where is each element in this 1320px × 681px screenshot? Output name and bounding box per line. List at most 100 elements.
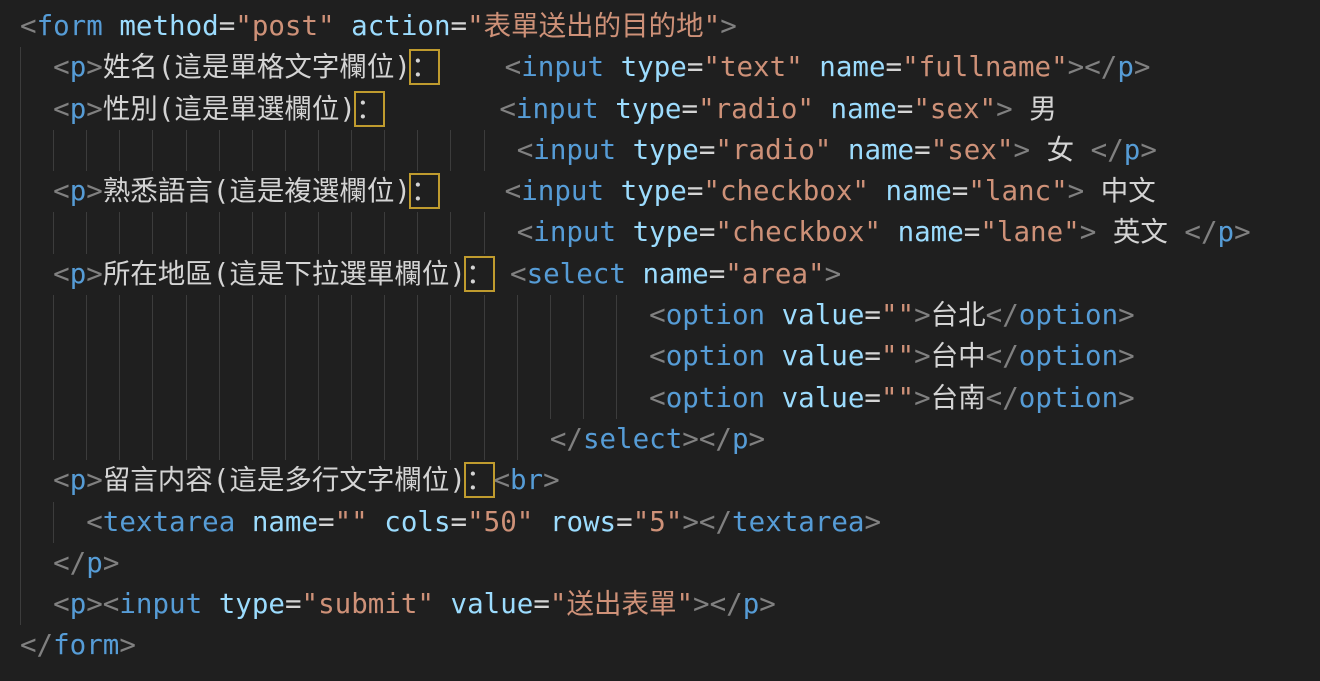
code-token: value	[782, 340, 865, 372]
code-token: >	[1013, 134, 1030, 166]
code-token	[20, 464, 53, 496]
code-token: "sex"	[913, 93, 996, 125]
code-token: =	[285, 588, 302, 620]
code-token: =	[864, 299, 881, 331]
code-token	[765, 299, 782, 331]
code-token: 留言内容(這是多行文字欄位)	[103, 464, 466, 496]
code-token: </	[1091, 134, 1124, 166]
code-token: <	[53, 258, 70, 290]
code-token	[368, 506, 385, 538]
code-token: </	[986, 340, 1019, 372]
code-token: >	[103, 547, 120, 579]
code-line[interactable]: <p>所在地區(這是下拉選單欄位)： <select name="area">	[0, 254, 1320, 295]
code-token: <	[20, 10, 37, 42]
code-token: >	[543, 464, 560, 496]
code-token: "送出表單"	[550, 588, 693, 620]
code-token: =	[864, 382, 881, 414]
code-line[interactable]: </p>	[0, 543, 1320, 584]
code-token: </	[53, 547, 86, 579]
code-token: >	[1118, 299, 1135, 331]
code-line[interactable]: </select></p>	[0, 419, 1320, 460]
code-token: <	[53, 93, 70, 125]
code-token: p	[70, 93, 87, 125]
code-token: select	[527, 258, 626, 290]
code-token: name	[819, 51, 885, 83]
code-line[interactable]: <input type="checkbox" name="lane"> 英文 <…	[0, 212, 1320, 253]
code-token: <	[649, 382, 666, 414]
code-token: textarea	[103, 506, 235, 538]
code-token	[20, 134, 517, 166]
code-token: =	[709, 258, 726, 290]
code-token: >	[1134, 51, 1151, 83]
code-token: <	[53, 51, 70, 83]
code-text: </p>	[20, 547, 119, 579]
code-token: rows	[550, 506, 616, 538]
code-token: input	[533, 216, 616, 248]
code-token	[765, 382, 782, 414]
code-token: value	[451, 588, 534, 620]
code-line[interactable]: <p>熟悉語言(這是複選欄位)： <input type="checkbox" …	[0, 171, 1320, 212]
code-line[interactable]: <option value="">台南</option>	[0, 378, 1320, 419]
code-editor[interactable]: <form method="post" action="表單送出的目的地"> <…	[0, 0, 1320, 681]
code-token: =	[897, 93, 914, 125]
code-token: ""	[335, 506, 368, 538]
code-token: <	[649, 299, 666, 331]
code-token: =	[864, 340, 881, 372]
code-token	[20, 506, 86, 538]
code-token: "radio"	[715, 134, 831, 166]
code-token	[881, 216, 898, 248]
code-token	[493, 258, 510, 290]
code-token: "text"	[703, 51, 802, 83]
code-line[interactable]: <form method="post" action="表單送出的目的地">	[0, 6, 1320, 47]
code-token: >	[825, 258, 842, 290]
code-token: >	[914, 299, 931, 331]
code-token	[604, 51, 621, 83]
code-token: "lanc"	[968, 175, 1067, 207]
code-token: option	[666, 382, 765, 414]
code-line[interactable]: <p>留言内容(這是多行文字欄位)：<br>	[0, 460, 1320, 501]
code-token: <	[86, 506, 103, 538]
code-token: =	[451, 506, 468, 538]
code-text: <p>性別(這是單選欄位)： <input type="radio" name=…	[20, 93, 1057, 125]
code-token	[831, 134, 848, 166]
code-line[interactable]: </form>	[0, 625, 1320, 666]
code-token: p	[1117, 51, 1134, 83]
code-token: >	[914, 382, 931, 414]
code-token: <	[53, 588, 70, 620]
code-token: 所在地區(這是下拉選單欄位)	[103, 258, 466, 290]
code-token	[616, 134, 633, 166]
code-token: >	[759, 588, 776, 620]
code-token: =	[687, 175, 704, 207]
code-line[interactable]: <textarea name="" cols="50" rows="5"></t…	[0, 502, 1320, 543]
code-token	[434, 588, 451, 620]
code-token: <	[505, 175, 522, 207]
ambiguous-unicode-highlight: ：	[411, 51, 439, 83]
code-text: </select></p>	[20, 423, 765, 455]
code-token: p	[70, 258, 87, 290]
code-token: option	[666, 299, 765, 331]
code-token: name	[898, 216, 964, 248]
code-token: 女	[1030, 134, 1091, 166]
code-line[interactable]: <p><input type="submit" value="送出表單"></p…	[0, 584, 1320, 625]
code-token: >	[86, 464, 103, 496]
code-line[interactable]: <option value="">台中</option>	[0, 336, 1320, 377]
code-token: "sex"	[931, 134, 1014, 166]
code-token: input	[521, 175, 604, 207]
code-token: "submit"	[302, 588, 434, 620]
code-token: input	[533, 134, 616, 166]
code-token: p	[70, 175, 87, 207]
code-token: ""	[881, 340, 914, 372]
code-token: ></	[693, 588, 743, 620]
code-token	[869, 175, 886, 207]
code-line[interactable]: <input type="radio" name="sex"> 女 </p>	[0, 130, 1320, 171]
code-token: name	[848, 134, 914, 166]
code-line[interactable]: <p>性別(這是單選欄位)： <input type="radio" name=…	[0, 89, 1320, 130]
code-token: "post"	[235, 10, 334, 42]
code-token: >	[86, 258, 103, 290]
code-token: =	[533, 588, 550, 620]
code-token	[20, 588, 53, 620]
code-text: <p>姓名(這是單格文字欄位)： <input type="text" name…	[20, 51, 1150, 83]
code-token: select	[583, 423, 682, 455]
code-line[interactable]: <option value="">台北</option>	[0, 295, 1320, 336]
code-line[interactable]: <p>姓名(這是單格文字欄位)： <input type="text" name…	[0, 47, 1320, 88]
